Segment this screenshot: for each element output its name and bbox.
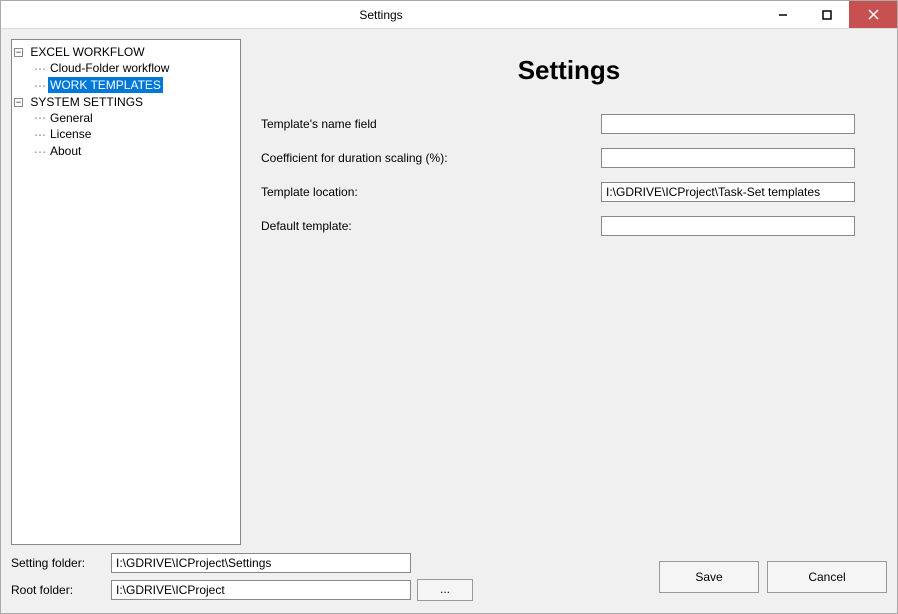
tree-group-excel-workflow[interactable]: − EXCEL WORKFLOW [14, 44, 238, 60]
tree-item-general[interactable]: ⋯General [32, 110, 238, 127]
save-button[interactable]: Save [659, 561, 759, 593]
close-icon [868, 9, 879, 20]
main-row: − EXCEL WORKFLOW ⋯Cloud-Folder workflow … [1, 29, 897, 545]
browse-button[interactable]: ... [417, 579, 473, 601]
tree-branch-icon: ⋯ [32, 127, 48, 143]
row-template-name: Template's name field [261, 114, 877, 134]
input-default-template[interactable] [601, 216, 855, 236]
maximize-icon [822, 10, 832, 20]
window-controls [761, 1, 897, 28]
input-template-name[interactable] [601, 114, 855, 134]
tree-item-license[interactable]: ⋯License [32, 126, 238, 143]
maximize-button[interactable] [805, 1, 849, 28]
tree-branch-icon: ⋯ [32, 144, 48, 160]
row-coefficient: Coefficient for duration scaling (%): [261, 148, 877, 168]
content-area: − EXCEL WORKFLOW ⋯Cloud-Folder workflow … [1, 29, 897, 613]
page-title: Settings [261, 55, 877, 86]
tree-branch-icon: ⋯ [32, 61, 48, 77]
tree-item-cloud-folder-workflow[interactable]: ⋯Cloud-Folder workflow [32, 60, 238, 77]
collapse-icon[interactable]: − [14, 98, 23, 107]
tree-item-about[interactable]: ⋯About [32, 143, 238, 160]
tree-group-label[interactable]: EXCEL WORKFLOW [28, 44, 146, 60]
tree-group-label[interactable]: SYSTEM SETTINGS [28, 94, 145, 110]
label-root-folder: Root folder: [11, 583, 111, 597]
label-default-template: Default template: [261, 219, 601, 233]
input-coefficient[interactable] [601, 148, 855, 168]
input-setting-folder[interactable] [111, 553, 411, 573]
tree-item-work-templates[interactable]: ⋯WORK TEMPLATES [32, 77, 238, 94]
label-template-name: Template's name field [261, 117, 601, 131]
minimize-button[interactable] [761, 1, 805, 28]
window-title: Settings [1, 8, 761, 22]
tree-branch-icon: ⋯ [32, 110, 48, 126]
cancel-button[interactable]: Cancel [767, 561, 887, 593]
footer-row: Setting folder: Root folder: ... Save Ca… [1, 545, 897, 613]
close-button[interactable] [849, 1, 897, 28]
tree-branch-icon: ⋯ [32, 78, 48, 94]
label-coefficient: Coefficient for duration scaling (%): [261, 151, 601, 165]
settings-panel: Settings Template's name field Coefficie… [261, 39, 887, 545]
footer-paths: Setting folder: Root folder: ... [11, 553, 475, 601]
tree-group-system-settings[interactable]: − SYSTEM SETTINGS [14, 94, 238, 110]
row-template-location: Template location: [261, 182, 877, 202]
label-template-location: Template location: [261, 185, 601, 199]
input-template-location[interactable] [601, 182, 855, 202]
titlebar: Settings [1, 1, 897, 29]
row-default-template: Default template: [261, 216, 877, 236]
minimize-icon [778, 10, 788, 20]
label-setting-folder: Setting folder: [11, 556, 111, 570]
input-root-folder[interactable] [111, 580, 411, 600]
collapse-icon[interactable]: − [14, 48, 23, 57]
settings-tree[interactable]: − EXCEL WORKFLOW ⋯Cloud-Folder workflow … [11, 39, 241, 545]
settings-window: Settings − EXCEL WORKFLOW ⋯Clou [0, 0, 898, 614]
